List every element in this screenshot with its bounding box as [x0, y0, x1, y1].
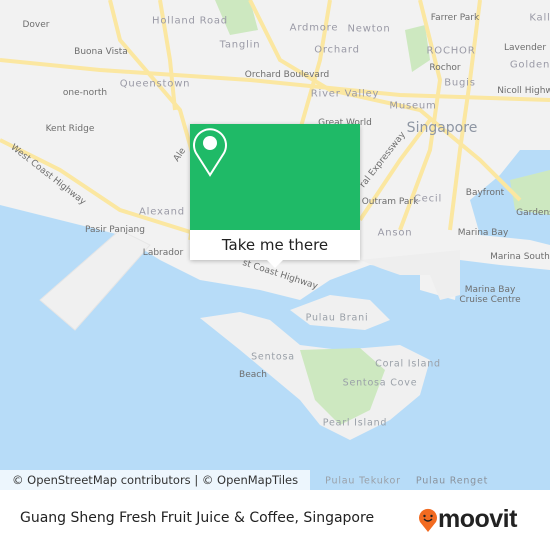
map-label-city: Singapore [406, 120, 478, 136]
map-label: Orchard [314, 44, 360, 56]
map-label: Pulau Renget [415, 475, 489, 487]
map-label: Kall [529, 12, 550, 24]
map-label: ROCHOR [426, 45, 476, 57]
map-label: Nicoll Highw [497, 86, 550, 96]
map-label: Golden [509, 59, 550, 71]
map-label: Outram Park [361, 197, 419, 207]
map-label: Kent Ridge [45, 124, 95, 134]
map-label: Cecil [413, 193, 443, 205]
moovit-logo: moovit [418, 505, 517, 534]
map-label: Sentosa Cove [342, 377, 418, 389]
popup-pointer [267, 260, 283, 268]
map-label: Holland Road [152, 15, 228, 27]
map-label: Gardens [516, 208, 550, 218]
map-label: Marina Bay Cruise Centre [459, 285, 521, 305]
map-label: Tanglin [219, 39, 261, 51]
map-pin-icon [193, 128, 227, 177]
map-label: Marina Bay [457, 228, 509, 238]
map-label: Labrador [142, 248, 184, 258]
map-label: Rochor [429, 63, 461, 73]
popup-header [190, 124, 360, 230]
map-label: Farrer Park [430, 13, 480, 23]
map-label: Bugis [444, 77, 476, 89]
map-label: Anson [377, 227, 413, 239]
map-label: Bayfront [465, 188, 505, 198]
map-label: River Valley [310, 88, 380, 100]
map-label: Newton [347, 23, 391, 35]
map-label: Pulau Brani [305, 312, 369, 324]
reclaimed-land [39, 229, 151, 331]
map-label: Buona Vista [74, 47, 128, 57]
map-label: Orchard Boulevard [244, 70, 330, 80]
map-label: Sentosa [251, 351, 295, 363]
map-label: Marina South [490, 252, 550, 262]
map-label: one-north [62, 88, 108, 98]
map-label: Coral Island [375, 358, 441, 370]
moovit-pin-icon [419, 508, 437, 532]
map-label: Dover [22, 20, 50, 30]
map-label: Museum [389, 100, 437, 112]
map-label: Queenstown [119, 78, 191, 90]
map-label: Beach [239, 370, 267, 380]
location-popup: Take me there [190, 124, 360, 268]
map-label: Ardmore [289, 22, 339, 34]
map-label: Pasir Panjang [85, 225, 145, 235]
map-attribution[interactable]: © OpenStreetMap contributors | © OpenMap… [0, 470, 311, 490]
map-label: Pulau Tekukor [325, 475, 401, 487]
place-title: Guang Sheng Fresh Fruit Juice & Coffee, … [20, 510, 375, 526]
map-label: Pearl Island [322, 417, 388, 429]
map[interactable]: Dover Holland Road Ardmore Newton Farrer… [0, 0, 550, 490]
map-label: Alexand [139, 206, 185, 218]
map-label: Lavender [503, 43, 547, 53]
moovit-logo-text: moovit [438, 505, 517, 533]
take-me-there-button[interactable]: Take me there [190, 230, 360, 260]
